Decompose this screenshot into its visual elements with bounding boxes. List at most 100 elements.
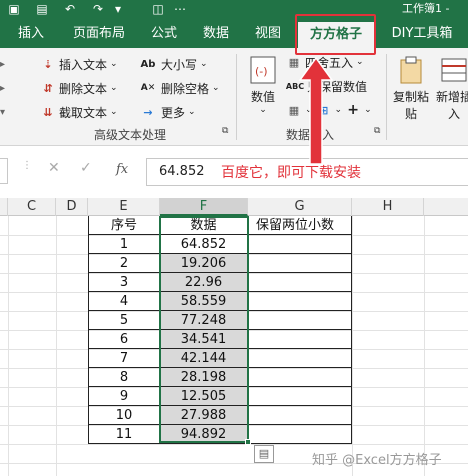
quick-access-icon[interactable]: ◫ <box>150 1 166 17</box>
fill-handle[interactable] <box>245 439 251 445</box>
case-button[interactable]: Ab 大小写 ⌄ <box>138 54 208 74</box>
tab-data[interactable]: 数据 <box>196 24 236 46</box>
cut-text-button[interactable]: ⇊ 截取文本 ⌄ <box>40 102 117 122</box>
ribbon-left-icon-3[interactable]: ▾ <box>0 102 5 122</box>
data-cell[interactable]: 19.206 <box>160 254 248 273</box>
data-cell[interactable]: 64.852 <box>160 235 248 254</box>
chevron-down-icon: ⌄ <box>212 83 220 93</box>
column-header-g[interactable]: G <box>248 198 352 216</box>
drag-handle-icon[interactable]: ⋮ <box>22 160 32 171</box>
ribbon-left-icon[interactable]: ▸ <box>0 54 5 74</box>
value-label: 数值 <box>250 90 275 104</box>
tab-view[interactable]: 视图 <box>248 24 288 46</box>
rounded-cell[interactable] <box>248 425 352 444</box>
header-cell-rounded[interactable]: 保留两位小数 <box>248 216 352 235</box>
column-header-next[interactable] <box>424 198 468 216</box>
grid-icon[interactable]: ⊞ <box>316 102 332 118</box>
ribbon: ▸ ▸ ▾ ⇣ 插入文本 ⌄ ⇵ 删除文本 ⌄ ⇊ 截取文本 ⌄ Ab 大小写 … <box>0 48 468 146</box>
column-header-d[interactable]: D <box>56 198 88 216</box>
customize-toolbar-icon[interactable]: ▾ <box>110 1 126 17</box>
group-expand-icon[interactable]: ⧉ <box>374 126 380 136</box>
insert-text-button[interactable]: ⇣ 插入文本 ⌄ <box>40 54 118 74</box>
group-expand-icon[interactable]: ⧉ <box>222 126 228 136</box>
column-header-h[interactable]: H <box>352 198 424 216</box>
index-cell[interactable]: 9 <box>88 387 160 406</box>
copy-paste-button[interactable]: 复制粘 贴 <box>392 54 430 122</box>
tab-highlight-box <box>295 14 376 55</box>
chevron-down-icon: ⌄ <box>356 57 364 67</box>
rounded-cell[interactable] <box>248 273 352 292</box>
delete-text-button[interactable]: ⇵ 删除文本 ⌄ <box>40 78 117 98</box>
rounded-cell[interactable] <box>248 406 352 425</box>
data-cell[interactable]: 28.198 <box>160 368 248 387</box>
tab-page-layout[interactable]: 页面布局 <box>64 24 134 46</box>
index-cell[interactable]: 10 <box>88 406 160 425</box>
chevron-down-icon: ⌄ <box>200 59 208 69</box>
data-cell[interactable]: 22.96 <box>160 273 248 292</box>
more-icon[interactable]: ⋯ <box>172 1 188 17</box>
data-cell[interactable]: 12.505 <box>160 387 248 406</box>
excel-window: ▣ ▤ ↶ ↷ ▾ ◫ ⋯ 工作簿1 - 插入 页面布局 公式 数据 视图 方方… <box>0 0 468 476</box>
cancel-icon[interactable]: ✕ <box>48 160 60 176</box>
insert-function-button[interactable]: fx <box>116 162 128 177</box>
save-icon[interactable]: ▤ <box>34 1 50 17</box>
round-button[interactable]: ▦ 四舍五入 ⌄ <box>286 52 364 72</box>
rounded-cell[interactable] <box>248 292 352 311</box>
excel-logo-icon: ▣ <box>8 2 20 16</box>
index-cell[interactable]: 7 <box>88 349 160 368</box>
insert-text-label: 插入文本 <box>59 57 108 72</box>
undo-icon[interactable]: ↶ <box>62 1 78 17</box>
data-cell[interactable]: 77.248 <box>160 311 248 330</box>
new-insert-button[interactable]: 新增插 入 <box>434 54 468 122</box>
data-cell[interactable]: 34.541 <box>160 330 248 349</box>
rounded-cell[interactable] <box>248 235 352 254</box>
tab-insert[interactable]: 插入 <box>10 24 52 46</box>
redo-icon[interactable]: ↷ <box>90 1 106 17</box>
header-cell-index[interactable]: 序号 <box>88 216 160 235</box>
spreadsheet-grid[interactable]: C D E F G H 序号 数据 保留两位小数 1 64.852 2 19.2… <box>0 198 468 476</box>
header-cell-data[interactable]: 数据 <box>160 216 248 235</box>
index-cell[interactable]: 6 <box>88 330 160 349</box>
column-header-f[interactable]: F <box>160 198 248 216</box>
data-cell[interactable]: 42.144 <box>160 349 248 368</box>
cut-text-icon: ⇊ <box>43 105 53 119</box>
formula-input[interactable]: 64.852 百度它，即可下载安装 <box>146 158 468 186</box>
gridline <box>352 216 353 476</box>
column-header-e[interactable]: E <box>88 198 160 216</box>
more-text-button[interactable]: → 更多 ⌄ <box>138 102 195 122</box>
tab-formulas[interactable]: 公式 <box>144 24 184 46</box>
rounded-cell[interactable] <box>248 330 352 349</box>
ribbon-separator <box>386 54 387 140</box>
enter-icon[interactable]: ✓ <box>80 160 92 176</box>
column-header-c[interactable]: C <box>8 198 56 216</box>
new-insert-label: 新增插 <box>435 90 468 104</box>
calendar-icon[interactable]: ▦ <box>286 102 302 118</box>
index-cell[interactable]: 4 <box>88 292 160 311</box>
keep-decimals-button[interactable]: ABC 只保留数值 <box>286 76 367 96</box>
index-cell[interactable]: 3 <box>88 273 160 292</box>
rounded-cell[interactable] <box>248 387 352 406</box>
data-cell[interactable]: 27.988 <box>160 406 248 425</box>
chevron-down-icon: ⌄ <box>110 59 118 69</box>
value-button[interactable]: (-) 数值 ⌄ <box>246 54 280 115</box>
tab-diy-toolbox[interactable]: DIY工具箱 <box>384 24 460 46</box>
index-cell[interactable]: 5 <box>88 311 160 330</box>
quick-analysis-icon[interactable]: ▤ <box>254 445 274 463</box>
index-cell[interactable]: 11 <box>88 425 160 444</box>
index-cell[interactable]: 2 <box>88 254 160 273</box>
index-cell[interactable]: 8 <box>88 368 160 387</box>
name-box[interactable] <box>0 158 8 184</box>
rounded-cell[interactable] <box>248 311 352 330</box>
data-cell[interactable]: 94.892 <box>160 425 248 444</box>
rounded-cell[interactable] <box>248 368 352 387</box>
delete-space-button[interactable]: A✕ 删除空格 ⌄ <box>138 78 220 98</box>
plus-icon[interactable]: + <box>345 102 361 118</box>
clipboard-icon <box>395 54 427 86</box>
ribbon-left-icon-2[interactable]: ▸ <box>0 78 5 98</box>
insert-text-icon: ⇣ <box>43 57 53 71</box>
column-header-partial[interactable] <box>0 198 8 216</box>
rounded-cell[interactable] <box>248 349 352 368</box>
rounded-cell[interactable] <box>248 254 352 273</box>
data-cell[interactable]: 58.559 <box>160 292 248 311</box>
index-cell[interactable]: 1 <box>88 235 160 254</box>
